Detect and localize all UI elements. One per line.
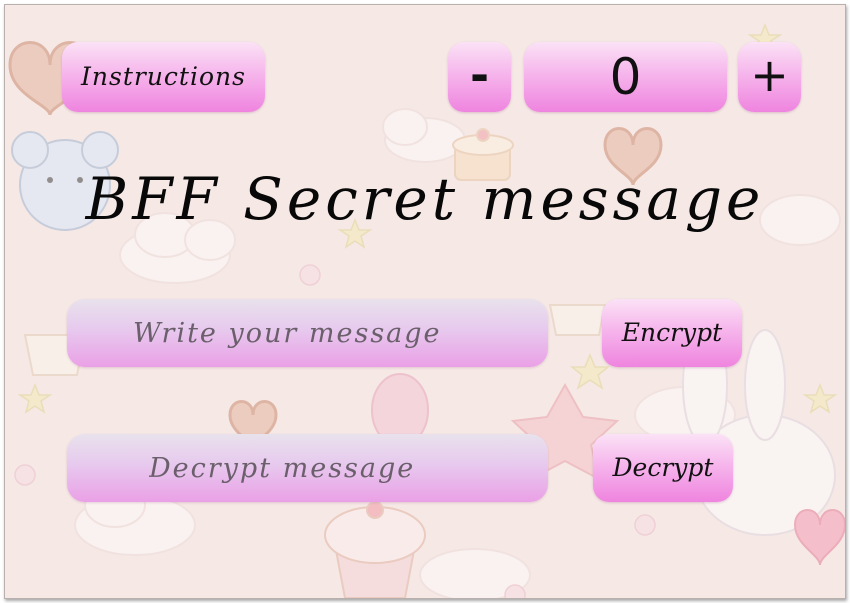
- app-window: Instructions - 0 + BFF Secret message En…: [4, 4, 846, 599]
- counter-display: 0: [524, 42, 727, 112]
- decrypt-input[interactable]: [67, 434, 548, 502]
- message-input[interactable]: [67, 299, 548, 367]
- decrypt-button[interactable]: Decrypt: [593, 434, 733, 502]
- encrypt-button[interactable]: Encrypt: [602, 299, 742, 367]
- decrypt-input-container: [67, 434, 548, 502]
- message-input-container: [67, 299, 548, 367]
- page-title: BFF Secret message: [85, 165, 765, 233]
- increment-button[interactable]: +: [738, 42, 801, 112]
- instructions-button[interactable]: Instructions: [62, 42, 265, 112]
- decrement-button[interactable]: -: [448, 42, 511, 112]
